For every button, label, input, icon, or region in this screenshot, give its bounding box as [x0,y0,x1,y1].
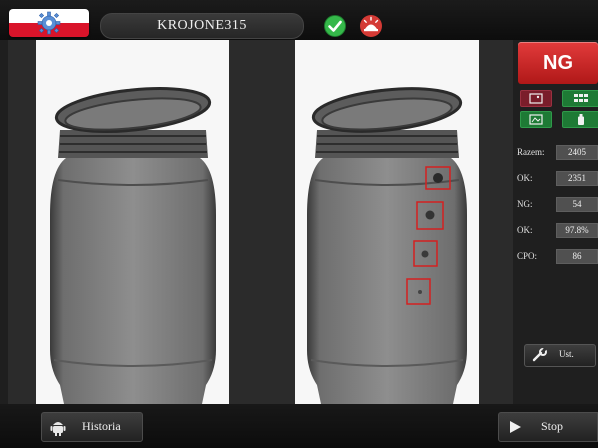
stop-button-label: Stop [541,419,564,433]
stat-label-ok: OK: [517,173,533,183]
check-circle-icon [324,15,346,37]
stat-value-ng: 54 [556,197,598,212]
stop-button[interactable]: Stop [498,412,598,442]
result-badge: NG [518,42,598,84]
left-edge [0,40,8,404]
single-view-button[interactable] [520,90,552,107]
stat-value-ok: 2351 [556,171,598,186]
android-icon [50,422,66,436]
stat-label-ok-percent: OK: [517,225,533,235]
right-inspection-view [295,40,479,404]
stat-value-total: 2405 [556,145,598,160]
warning-light-icon [360,15,382,37]
history-button[interactable]: Historia [41,412,143,442]
stat-label-total: Razem: [517,147,545,157]
stat-label-cpo: CPO: [517,251,538,261]
settings-button[interactable]: Ust. [524,344,596,367]
grid-view-button[interactable] [562,90,598,107]
jar-xray-image [50,87,216,404]
bottle-icon [578,114,584,125]
grid-view-icon [574,94,588,102]
left-inspection-view [36,40,229,404]
play-icon [510,421,521,433]
stat-value-ok-percent: 97.8% [556,223,598,238]
stat-label-ng: NG: [517,199,533,209]
image-toggle-button[interactable] [520,111,552,128]
jar-xray-image-with-defects [307,87,467,404]
stat-value-cpo: 86 [556,249,598,264]
wrench-icon [532,348,547,362]
company-logo [9,9,89,37]
bottle-view-button[interactable] [562,111,598,128]
image-toggle-icon [529,114,543,125]
single-view-icon [529,93,543,104]
gear-icon [37,11,61,35]
settings-button-label: Ust. [559,349,574,359]
product-name-display: KROJONE315 [100,13,304,39]
history-button-label: Historia [82,419,121,433]
